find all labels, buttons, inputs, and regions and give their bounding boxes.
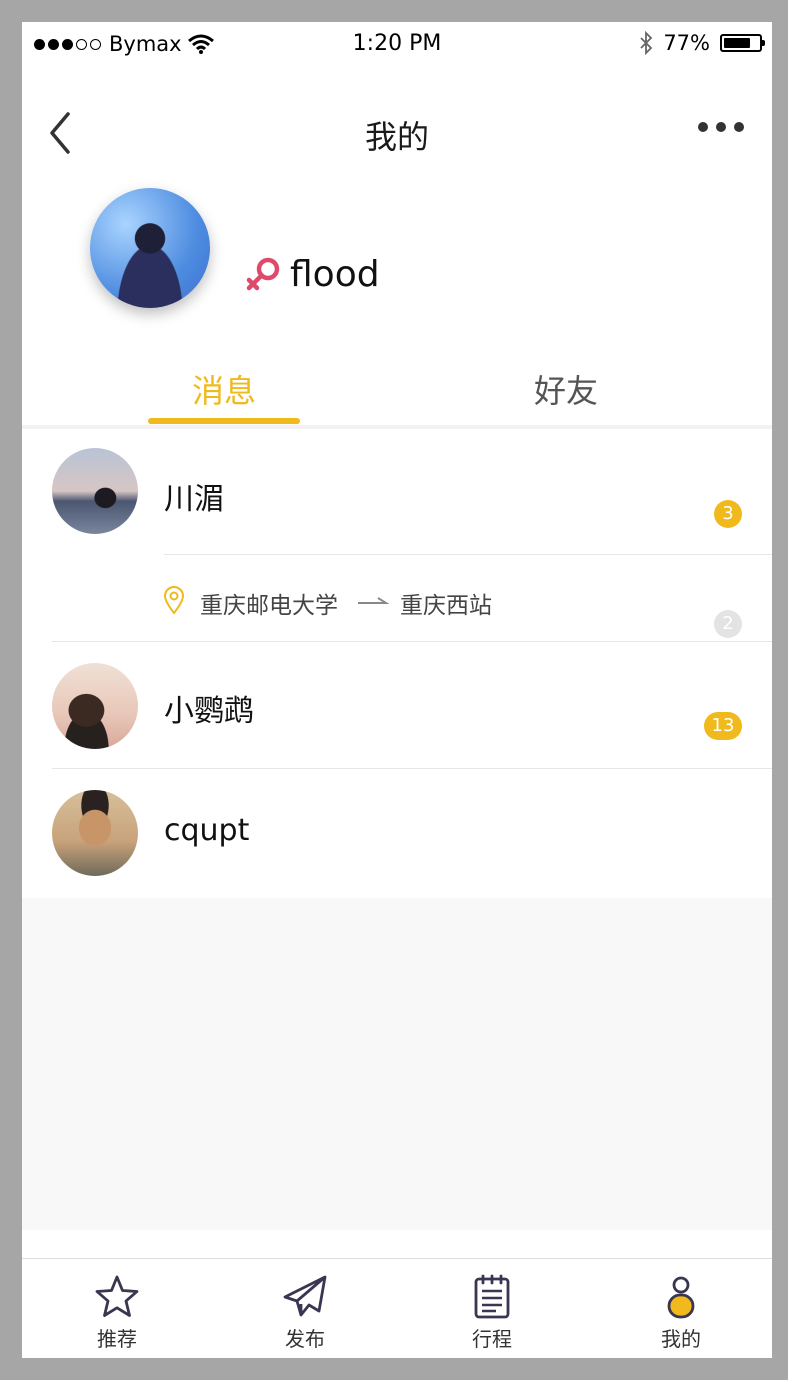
contact-name: 小鹦鹉 — [164, 694, 254, 729]
tab-label: 推荐 — [97, 1327, 137, 1351]
tab-label: 我的 — [661, 1327, 701, 1351]
battery-percent: 77% — [663, 31, 710, 55]
tab-messages[interactable]: 消息 — [124, 366, 324, 412]
tab-itinerary[interactable]: 行程 — [432, 1273, 552, 1352]
status-bar: Bymax 1:20 PM 77% — [22, 22, 772, 68]
profile-header: flood — [22, 172, 772, 352]
list-item[interactable]: cqupt — [22, 769, 772, 897]
phone-screen: Bymax 1:20 PM 77% 我的 flood 消息 好友 川湄 3 重庆… — [22, 22, 772, 1358]
list-item[interactable]: 川湄 3 重庆邮电大学 重庆西站 2 — [22, 430, 772, 642]
status-right: 77% — [639, 31, 765, 55]
nav-bar: 我的 — [22, 68, 772, 172]
bottom-tab-bar: 推荐 发布 行程 我的 — [22, 1258, 772, 1358]
empty-area — [22, 898, 772, 1230]
avatar — [52, 663, 138, 749]
avatar — [52, 790, 138, 876]
route-count-badge: 2 — [714, 610, 742, 638]
paper-plane-icon — [283, 1275, 327, 1317]
female-symbol-icon — [246, 257, 280, 291]
route-destination: 重庆西站 — [400, 593, 492, 619]
route-origin: 重庆邮电大学 — [200, 593, 338, 619]
list-item[interactable]: 小鹦鹉 13 — [22, 642, 772, 768]
unread-badge: 3 — [714, 500, 742, 528]
star-icon — [95, 1275, 139, 1317]
more-dots-icon[interactable] — [698, 122, 744, 132]
bluetooth-icon — [640, 31, 653, 55]
tab-label: 行程 — [472, 1327, 512, 1351]
divider — [164, 554, 772, 555]
active-tab-indicator — [148, 418, 300, 424]
arrow-right-icon — [358, 597, 390, 604]
page-title: 我的 — [364, 118, 429, 156]
profile-username: flood — [290, 254, 380, 295]
notepad-icon — [474, 1274, 510, 1319]
tab-recommend[interactable]: 推荐 — [57, 1273, 177, 1352]
profile-avatar[interactable] — [90, 188, 210, 308]
unread-badge: 13 — [704, 712, 742, 740]
contact-name: 川湄 — [164, 482, 224, 517]
tab-mine[interactable]: 我的 — [621, 1273, 741, 1352]
tab-publish[interactable]: 发布 — [245, 1273, 365, 1352]
contact-name: cqupt — [164, 813, 250, 848]
segment-tabs: 消息 好友 — [22, 360, 772, 428]
battery-icon — [720, 34, 765, 52]
profile-icon — [667, 1276, 695, 1319]
tab-label: 发布 — [285, 1327, 325, 1351]
tab-friends[interactable]: 好友 — [466, 366, 666, 412]
location-pin-icon — [163, 586, 185, 615]
avatar — [52, 448, 138, 534]
tabs-divider — [22, 425, 772, 429]
